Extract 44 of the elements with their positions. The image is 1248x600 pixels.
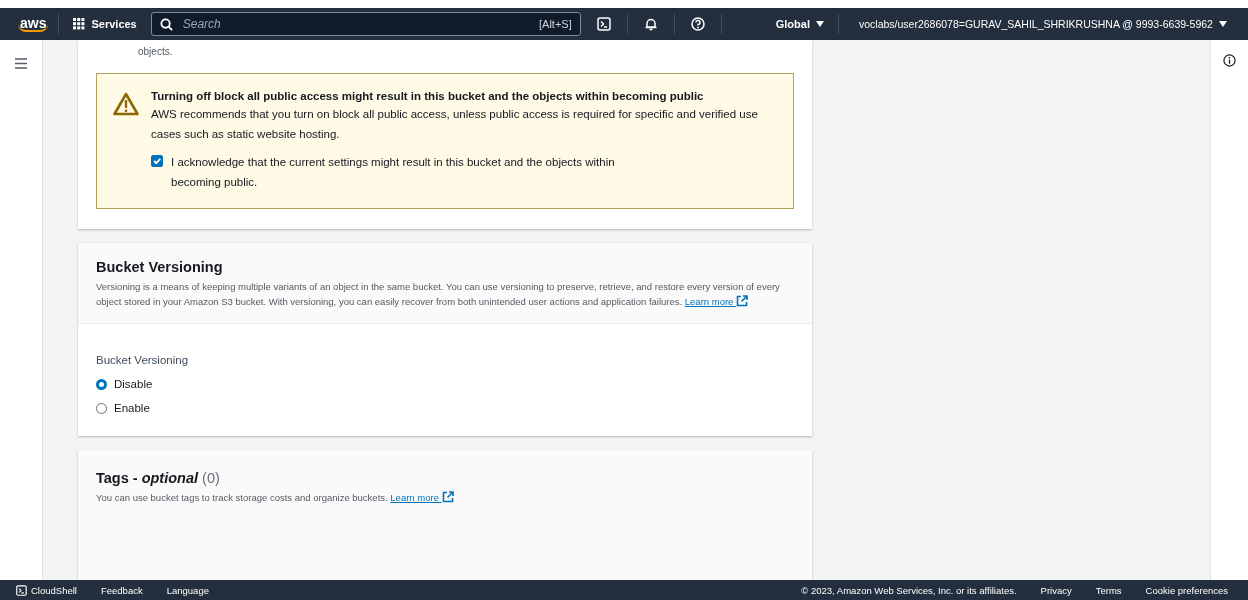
warning-icon — [113, 92, 139, 116]
radio-button[interactable] — [96, 378, 107, 390]
section-title: Bucket Versioning — [96, 259, 224, 275]
region-dropdown[interactable]: Global — [771, 18, 828, 30]
external-link-icon — [441, 491, 454, 503]
radio-button[interactable] — [96, 402, 107, 414]
acknowledge-checkbox[interactable] — [151, 155, 163, 167]
section-description: Versioning is a means of keeping multiple variants of an object in the same bucket. You can use versioning to preserve, retrieve, and restore every version of every object stored in your Amazon S3 bucket. With versioning, you can easily recover from both unintended user actions and application failures. Learn more — [96, 280, 781, 309]
keyboard-shortcut: [Alt+S] — [539, 18, 572, 30]
caret-icon — [815, 21, 824, 27]
aws-logo[interactable]: aws — [18, 16, 49, 32]
cloudshell-button[interactable]: CloudShell — [6, 584, 87, 596]
grid-icon — [73, 18, 86, 30]
learn-more-link[interactable]: Learn more — [390, 492, 454, 503]
info-icon[interactable] — [1223, 54, 1236, 67]
description-text: objects. — [138, 46, 174, 57]
acknowledge-label: I acknowledge that the current settings might result in this bucket and the objects within becoming public. — [171, 155, 616, 190]
external-link-icon — [736, 295, 749, 307]
tag-count: (0) — [202, 470, 220, 486]
bell-icon[interactable] — [643, 17, 658, 31]
field-label: Bucket Versioning — [96, 354, 190, 366]
footer-link[interactable]: Privacy — [1030, 584, 1082, 596]
search-input[interactable]: Search — [180, 16, 531, 32]
section-description: You can use bucket tags to track storage costs and organize buckets. Learn more — [96, 490, 794, 505]
caret-icon — [1218, 21, 1227, 27]
search-icon — [159, 17, 173, 31]
radio-label: Disable — [114, 378, 153, 390]
warning-title: Turning off block all public access might result in this bucket and the objects within becoming public — [151, 90, 705, 102]
footer-link[interactable]: Terms — [1085, 584, 1132, 596]
search-field[interactable]: Search [Alt+S] — [150, 12, 581, 36]
terminal-icon — [16, 584, 27, 596]
services-button[interactable]: Services — [69, 18, 141, 30]
account-dropdown[interactable]: voclabs/user2686078=GURAV_SAHIL_SHRIKRUSHNA @ 9993-6639-5962 — [854, 18, 1231, 30]
copyright-text: © 2023, Amazon Web Services, Inc. or its affiliates. — [801, 584, 1017, 596]
footer-link[interactable]: Cookie preferences — [1135, 584, 1238, 596]
learn-more-link[interactable]: Learn more — [684, 296, 749, 307]
language-link[interactable]: Language — [156, 584, 219, 596]
radio-label: Enable — [114, 402, 150, 414]
feedback-link[interactable]: Feedback — [90, 584, 153, 596]
warning-text: AWS recommends that you turn on block all public access, unless public access is required for specific and verified use cases such as static website hosting. — [151, 107, 759, 142]
menu-icon[interactable] — [15, 58, 27, 69]
section-title: Tags - optional — [96, 470, 199, 486]
help-icon[interactable] — [690, 17, 705, 31]
terminal-icon[interactable] — [596, 17, 611, 31]
